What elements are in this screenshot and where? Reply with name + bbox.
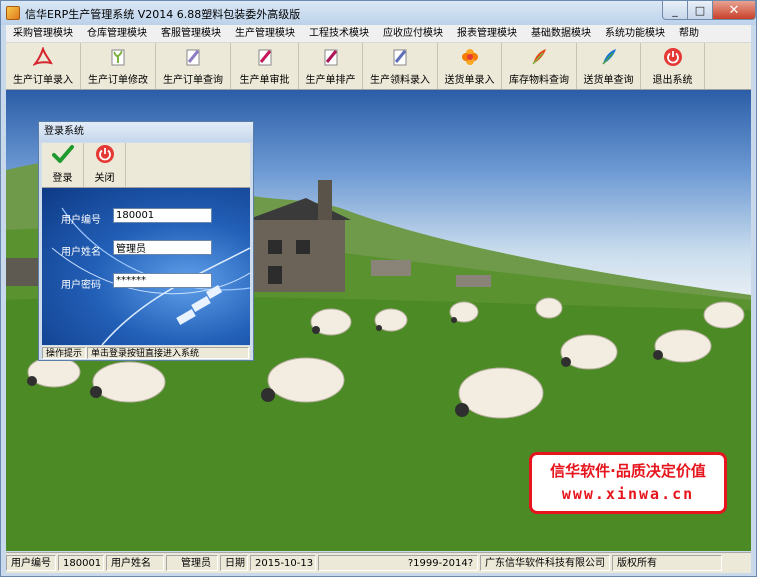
flower-icon	[459, 46, 481, 68]
login-status-bar: 操作提示 单击登录按钮直接进入系统	[42, 346, 250, 359]
menu-receivables[interactable]: 应收应付模块	[376, 25, 450, 42]
menu-production[interactable]: 生产管理模块	[228, 25, 302, 42]
status-date-label: 日期	[220, 555, 248, 571]
maximize-button[interactable]: □	[687, 1, 713, 20]
status-user-name-label: 用户姓名	[106, 555, 164, 571]
minimize-button[interactable]: _	[662, 1, 688, 20]
user-id-label: 用户编号	[61, 215, 101, 226]
user-name-label: 用户姓名	[61, 247, 101, 258]
production-order-entry-button[interactable]: 生产订单录入	[6, 43, 81, 89]
material-requisition-entry-button[interactable]: 生产领料录入	[363, 43, 438, 89]
user-name-input[interactable]	[113, 240, 212, 255]
status-user-id-value: 180001	[58, 555, 104, 571]
main-window: 信华ERP生产管理系统 V2014 6.88塑料包装委外高级版 _ □ ✕ 采购…	[0, 0, 757, 577]
login-dialog-title[interactable]: 登录系统	[39, 122, 253, 142]
toolbar-label: 生产订单录入	[13, 75, 73, 86]
login-status-message: 单击登录按钮直接进入系统	[87, 346, 249, 359]
toolbar-label: 生产订单修改	[88, 75, 148, 86]
promo-url: www.xinwa.cn	[561, 485, 695, 503]
menu-bar: 采购管理模块 仓库管理模块 客服管理模块 生产管理模块 工程技术模块 应收应付模…	[6, 25, 751, 43]
exit-system-button[interactable]: 退出系统	[641, 43, 705, 89]
toolbar: 生产订单录入 生产订单修改 生产订单查询 生产单审批 生产单排产 生产领料录入 …	[6, 43, 751, 90]
password-input[interactable]	[113, 273, 212, 288]
status-company: 广东信华软件科技有限公司	[480, 555, 610, 571]
login-close-button-label: 关闭	[94, 173, 115, 184]
login-form: 用户编号 用户姓名 用户密码	[42, 188, 250, 345]
production-approval-button[interactable]: 生产单审批	[231, 43, 299, 89]
login-button[interactable]: 登录	[42, 143, 84, 187]
menu-warehouse[interactable]: 仓库管理模块	[80, 25, 154, 42]
login-close-button[interactable]: 关闭	[84, 143, 126, 187]
promo-slogan: 信华软件·品质决定价值	[550, 462, 706, 480]
menu-customer-service[interactable]: 客服管理模块	[154, 25, 228, 42]
menu-help[interactable]: 帮助	[672, 25, 706, 42]
menu-purchase[interactable]: 采购管理模块	[6, 25, 80, 42]
feather-icon	[598, 46, 620, 68]
title-bar[interactable]: 信华ERP生产管理系统 V2014 6.88塑料包装委外高级版 _ □ ✕	[1, 1, 756, 25]
delivery-note-query-button[interactable]: 送货单查询	[577, 43, 641, 89]
power-icon	[95, 144, 115, 167]
toolbar-label: 生产单审批	[239, 75, 290, 86]
status-date-value: 2015-10-13	[250, 555, 316, 571]
status-rights: 版权所有	[612, 555, 722, 571]
plant-icon	[107, 46, 129, 68]
pen-icon	[389, 46, 411, 68]
delivery-note-entry-button[interactable]: 送货单录入	[438, 43, 502, 89]
app-logo-icon	[6, 6, 20, 20]
toolbar-label: 送货单录入	[444, 75, 495, 86]
status-user-id-label: 用户编号	[6, 555, 56, 571]
toolbar-label: 生产单排产	[305, 75, 356, 86]
window-title: 信华ERP生产管理系统 V2014 6.88塑料包装委外高级版	[25, 8, 301, 21]
promo-banner: 信华软件·品质决定价值 www.xinwa.cn	[529, 452, 727, 514]
production-order-edit-button[interactable]: 生产订单修改	[81, 43, 156, 89]
menu-base-data[interactable]: 基础数据模块	[524, 25, 598, 42]
production-scheduling-button[interactable]: 生产单排产	[299, 43, 363, 89]
password-label: 用户密码	[61, 280, 101, 291]
toolbar-label: 生产领料录入	[370, 75, 430, 86]
menu-engineering[interactable]: 工程技术模块	[302, 25, 376, 42]
login-button-label: 登录	[52, 173, 73, 184]
status-user-name-value: 管理员	[166, 555, 218, 571]
power-icon	[662, 46, 684, 68]
pen-icon	[254, 46, 276, 68]
toolbar-label: 库存物料查询	[509, 75, 569, 86]
status-bar: 用户编号 180001 用户姓名 管理员 日期 2015-10-13 ?1999…	[6, 552, 751, 573]
pdf-icon	[32, 46, 54, 68]
feather-icon	[528, 46, 550, 68]
pen-icon	[182, 46, 204, 68]
toolbar-label: 生产订单查询	[163, 75, 223, 86]
login-status-title: 操作提示	[42, 346, 87, 359]
login-toolbar: 登录 关闭	[42, 143, 250, 188]
toolbar-label: 送货单查询	[583, 75, 634, 86]
toolbar-label: 退出系统	[652, 75, 693, 86]
production-order-query-button[interactable]: 生产订单查询	[156, 43, 231, 89]
login-dialog: 登录系统 登录 关闭 用户编号 用户姓名 用户	[38, 121, 254, 361]
inventory-query-button[interactable]: 库存物料查询	[502, 43, 577, 89]
menu-system[interactable]: 系统功能模块	[598, 25, 672, 42]
checkmark-icon	[51, 144, 74, 167]
close-button[interactable]: ✕	[712, 1, 756, 20]
pen-icon	[320, 46, 342, 68]
status-copyright: ?1999-2014?	[318, 555, 478, 571]
menu-reports[interactable]: 报表管理模块	[450, 25, 524, 42]
user-id-input[interactable]	[113, 208, 212, 223]
